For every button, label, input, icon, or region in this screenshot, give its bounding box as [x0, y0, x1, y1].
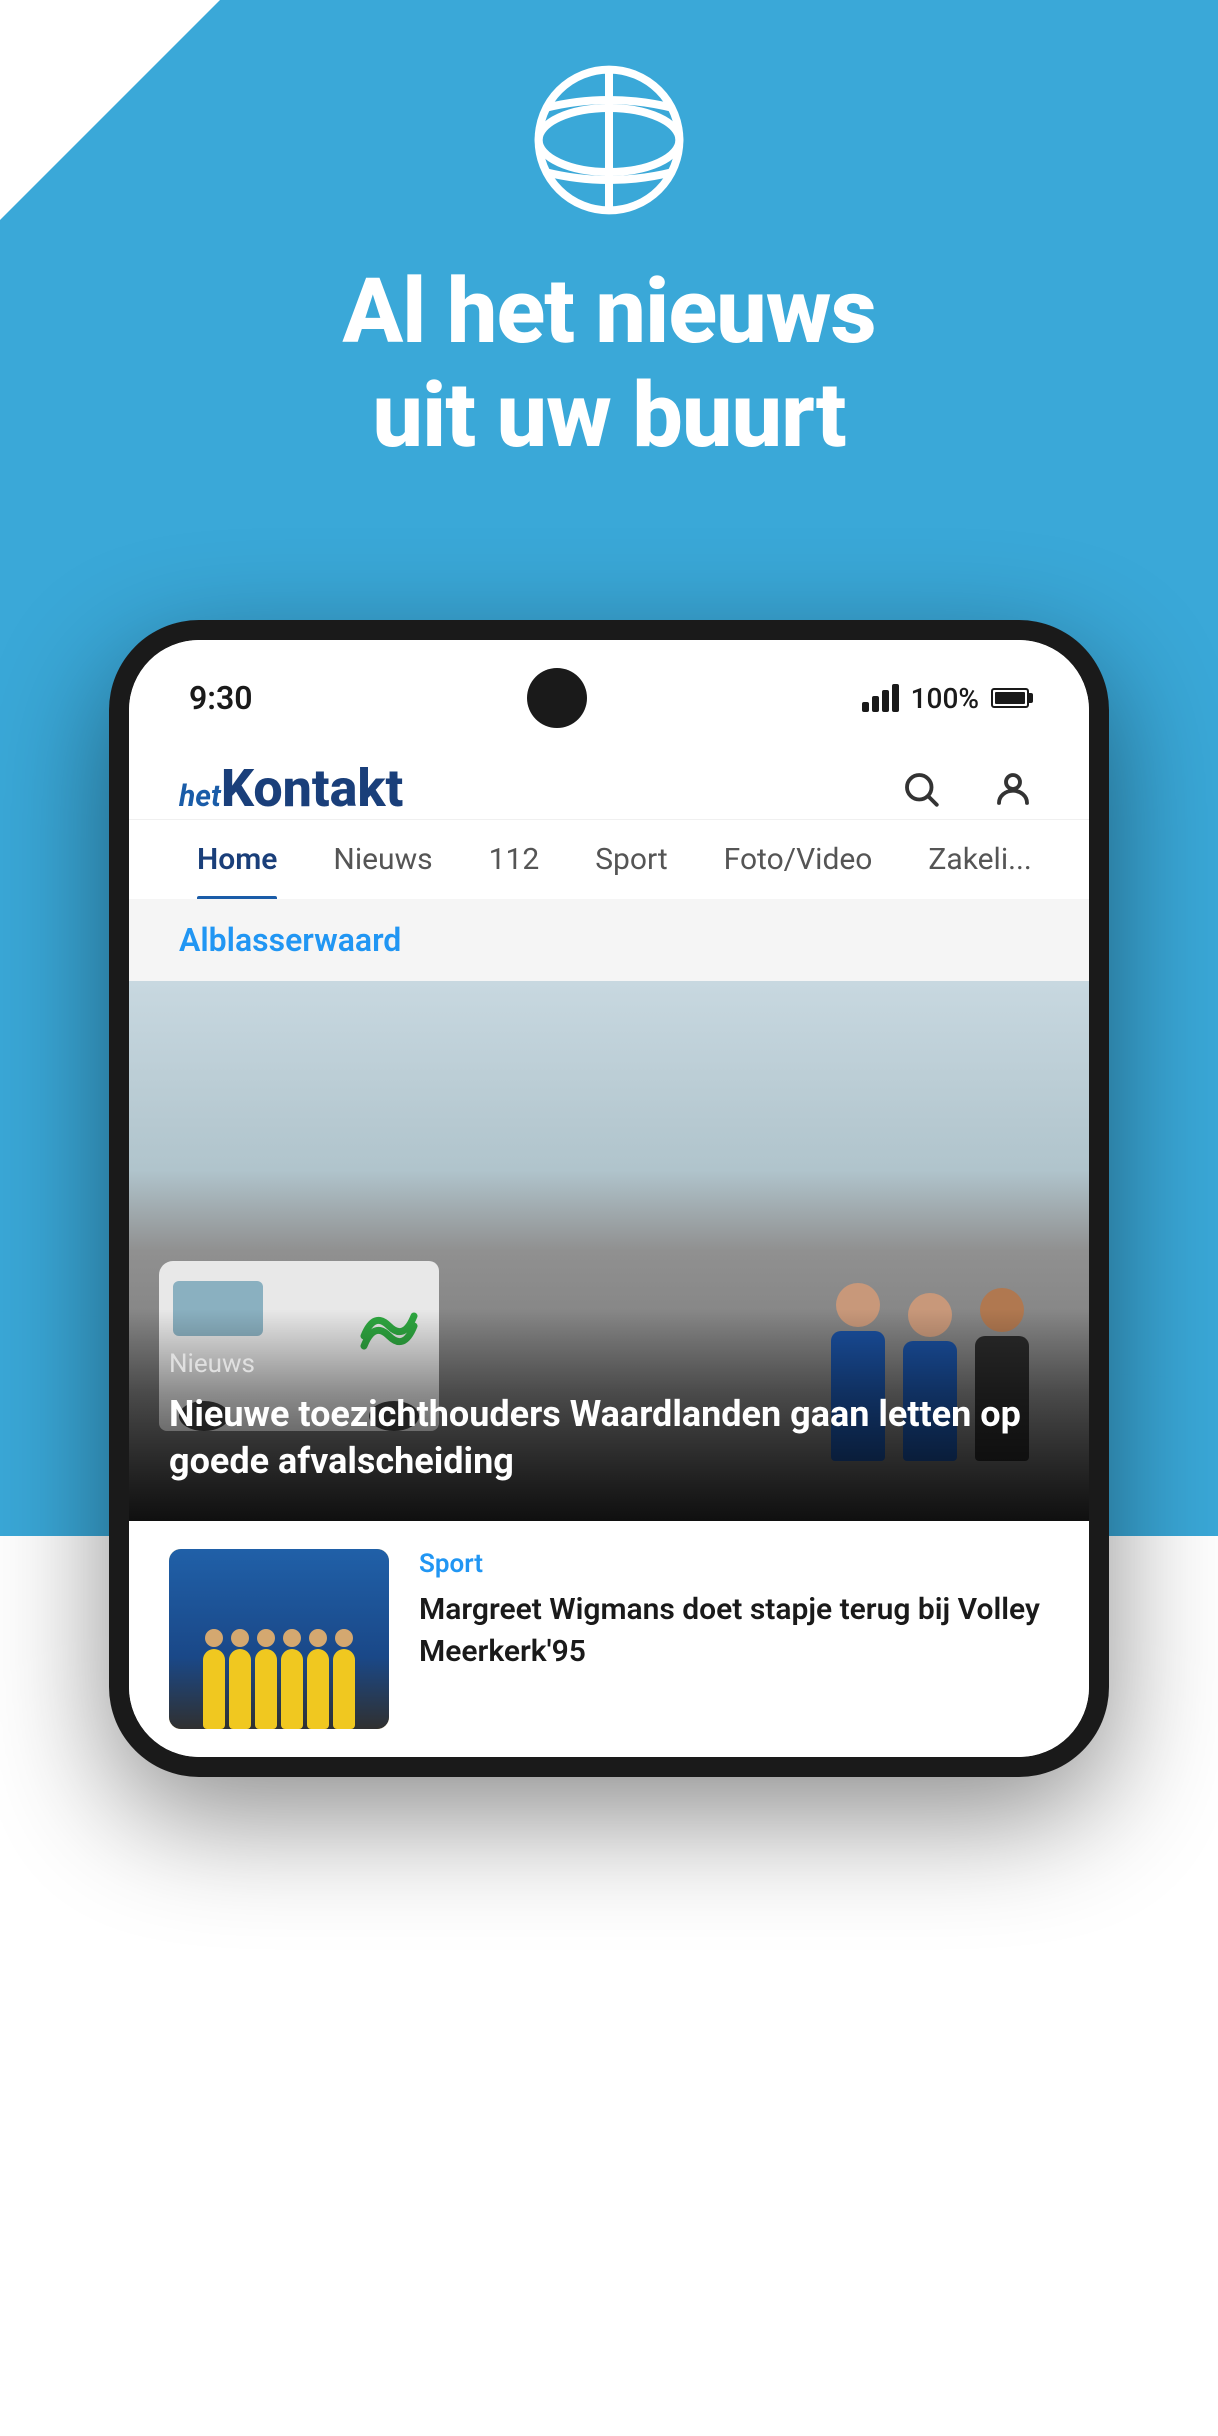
category-label: Alblasserwaard [179, 921, 401, 959]
signal-icon [862, 684, 899, 712]
main-news-category: Nieuws [169, 1349, 1049, 1379]
tab-112[interactable]: 112 [461, 820, 568, 899]
second-news-article[interactable]: Sport Margreet Wigmans doet stapje terug… [129, 1521, 1089, 1757]
camera-notch [527, 668, 587, 728]
second-news-category: Sport [419, 1549, 1049, 1579]
category-section: Alblasserwaard [129, 899, 1089, 981]
search-button[interactable] [895, 763, 947, 815]
phone-screen: 9:30 100% het [129, 640, 1089, 1757]
second-news-image [169, 1549, 389, 1729]
main-news-article[interactable]: Nieuws Nieuwe toezichthouders Waardlande… [129, 981, 1089, 1521]
tab-fotovideo[interactable]: Foto/Video [696, 820, 901, 899]
profile-button[interactable] [987, 763, 1039, 815]
tagline-line1: Al het nieuws [342, 260, 875, 364]
second-news-content: Sport Margreet Wigmans doet stapje terug… [419, 1549, 1049, 1673]
navigation-tabs: Home Nieuws 112 Sport Foto/Video Zakeli.… [129, 820, 1089, 899]
second-news-title: Margreet Wigmans doet stapje terug bij V… [419, 1589, 1049, 1673]
tab-home[interactable]: Home [169, 820, 305, 899]
logo-kontakt: Kontakt [221, 758, 403, 819]
status-right: 100% [862, 682, 1029, 715]
status-time: 9:30 [189, 679, 253, 717]
tab-nieuws[interactable]: Nieuws [305, 820, 460, 899]
app-logo: het Kontakt [179, 758, 403, 819]
tagline: Al het nieuws uit uw buurt [342, 260, 875, 467]
top-content: Al het nieuws uit uw buurt [0, 60, 1218, 467]
news-overlay: Nieuws Nieuwe toezichthouders Waardlande… [129, 1309, 1089, 1521]
battery-icon [991, 688, 1029, 708]
app-header: het Kontakt [129, 738, 1089, 820]
tagline-line2: uit uw buurt [342, 364, 875, 468]
tab-sport[interactable]: Sport [567, 820, 695, 899]
phone-mockup: 9:30 100% het [109, 620, 1109, 1777]
phone-body: 9:30 100% het [109, 620, 1109, 1777]
battery-percent: 100% [911, 682, 979, 715]
main-news-title: Nieuwe toezichthouders Waardlanden gaan … [169, 1391, 1049, 1485]
status-bar: 9:30 100% [129, 640, 1089, 738]
header-icons [895, 763, 1039, 815]
tab-zakelijk[interactable]: Zakeli... [900, 820, 1059, 899]
logo-het: het [179, 779, 221, 814]
globe-icon [529, 60, 689, 220]
